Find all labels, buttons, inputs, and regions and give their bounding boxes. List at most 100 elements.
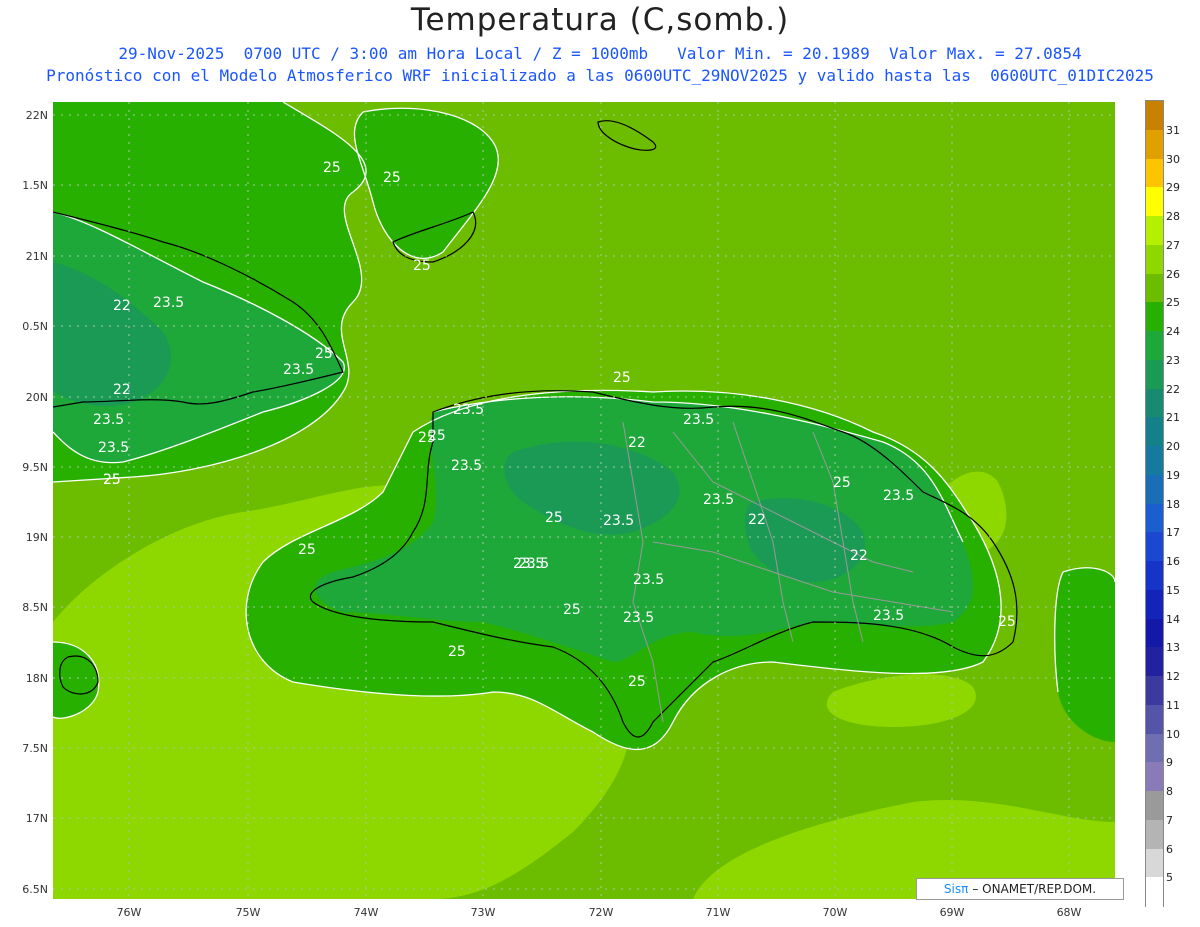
lat-label: 8.5N <box>22 601 48 614</box>
contour-label: 23.5 <box>453 402 484 418</box>
credit-organization: – ONAMET/REP.DOM. <box>972 882 1097 896</box>
lon-label: 69W <box>939 906 965 919</box>
colorbar-segment <box>1146 446 1163 476</box>
colorbar-label: 7 <box>1166 813 1173 827</box>
map-canvas: 25 25 25 22 23.5 25 23.5 22 23.5 23.5 25 25 23.5 25 23… <box>53 102 1115 899</box>
lat-label: 9.5N <box>22 461 48 474</box>
contour-label: 23.5 <box>703 492 734 508</box>
lon-label: 75W <box>235 906 261 919</box>
colorbar-segment <box>1146 791 1163 821</box>
colorbar-label: 25 <box>1166 296 1180 310</box>
colorbar-label: 24 <box>1166 325 1180 338</box>
lon-label: 68W <box>1056 906 1082 919</box>
colorbar-label: 17 <box>1166 526 1180 540</box>
colorbar-label: 8 <box>1166 785 1173 798</box>
colorbar-segment <box>1146 503 1163 533</box>
contour-label: 23.5 <box>451 458 482 474</box>
lat-label: 6.5N <box>22 883 48 896</box>
contour-label: 23.5 <box>633 572 664 588</box>
colorbar-label: 14 <box>1166 612 1180 626</box>
contour-label: 25 <box>998 614 1016 630</box>
sispi-logo-text: Sisπ <box>943 882 969 896</box>
colorbar-segment <box>1146 704 1163 734</box>
lat-label: 0.5N <box>22 320 48 333</box>
colorbar-label: 19 <box>1166 468 1180 482</box>
lon-label: 73W <box>470 906 496 919</box>
map-title: Temperatura (C,somb.) <box>410 2 790 38</box>
contour-label: 23.5 <box>153 295 184 311</box>
contour-label: 25 <box>413 258 431 274</box>
contour-label: 23.5 <box>883 488 914 504</box>
contour-label: 25 <box>383 170 401 186</box>
contour-label: 25 <box>103 472 121 488</box>
contour-label: 23.5 <box>283 362 314 378</box>
colorbar-label: 18 <box>1166 497 1180 511</box>
colorbar-segment <box>1146 417 1163 447</box>
contour-label: 25 <box>298 542 316 558</box>
contour-label: 25 <box>613 370 631 386</box>
colorbar-segment <box>1146 273 1163 303</box>
colorbar-segment <box>1146 647 1163 677</box>
contour-label: 22 <box>113 298 131 314</box>
colorbar-segment <box>1146 676 1163 706</box>
colorbar-segment <box>1146 532 1163 562</box>
colorbar-label: 16 <box>1166 555 1180 568</box>
contour-label: 22 <box>113 382 131 398</box>
contour-label: 22 <box>748 512 766 528</box>
map-svg: 25252522 23.52523.52223.523.5252523.52523… <box>53 102 1115 899</box>
lon-label: 76W <box>116 906 142 919</box>
colorbar-label: 27 <box>1166 238 1180 252</box>
colorbar-segment <box>1146 359 1163 389</box>
colorbar-segment <box>1146 618 1163 648</box>
lat-label: 20N <box>25 391 48 404</box>
lat-label: 7.5N <box>22 742 48 755</box>
contour-label: 25 <box>323 160 341 176</box>
contour-label: 23.5 <box>513 556 544 572</box>
colorbar-label: 9 <box>1166 756 1173 770</box>
colorbar-segment <box>1146 474 1163 504</box>
contour-label: 25 <box>315 346 333 362</box>
colorbar-label: 10 <box>1166 727 1180 741</box>
colorbar-label: 12 <box>1166 670 1180 683</box>
lon-label: 70W <box>822 906 848 919</box>
lat-label: 18N <box>25 672 48 685</box>
lat-label: 21N <box>25 250 48 263</box>
contour-label: 23.5 <box>873 608 904 624</box>
contour-label: 25 <box>448 644 466 660</box>
lat-label: 19N <box>25 531 48 544</box>
colorbar-label: 20 <box>1166 440 1180 453</box>
contour-label: 25 <box>563 602 581 618</box>
colorbar-segment <box>1146 877 1163 907</box>
colorbar-label: 11 <box>1166 698 1180 712</box>
colorbar-label: 15 <box>1166 583 1180 597</box>
contour-label: 23.5 <box>603 513 634 529</box>
colorbar-label: 6 <box>1166 842 1173 856</box>
colorbar-segment <box>1146 762 1163 792</box>
lon-label: 72W <box>588 906 614 919</box>
colorbar-label: 23 <box>1166 353 1180 367</box>
contour-label: 25 <box>428 428 446 444</box>
contour-label: 25 <box>833 475 851 491</box>
colorbar-segment <box>1146 331 1163 361</box>
colorbar-segment <box>1146 848 1163 878</box>
colorbar-segment <box>1146 819 1163 849</box>
lon-label: 71W <box>705 906 731 919</box>
colorbar-label: 26 <box>1166 267 1180 281</box>
colorbar-segment <box>1146 158 1163 188</box>
colorbar-segment <box>1146 101 1163 131</box>
contour-label: 25 <box>545 510 563 526</box>
colorbar-label: 28 <box>1166 210 1180 223</box>
colorbar-segment <box>1146 561 1163 591</box>
colorbar-segment <box>1146 216 1163 246</box>
colorbar-segment <box>1146 187 1163 217</box>
temperature-colorbar <box>1145 100 1164 907</box>
contour-label: 23.5 <box>683 412 714 428</box>
colorbar-label: 13 <box>1166 641 1180 655</box>
map-subtitle-run-info: 29-Nov-2025 0700 UTC / 3:00 am Hora Loca… <box>118 44 1082 63</box>
lon-label: 74W <box>353 906 379 919</box>
contour-label: 23.5 <box>93 412 124 428</box>
colorbar-label: 22 <box>1166 382 1180 396</box>
colorbar-label: 5 <box>1166 871 1173 885</box>
colorbar-segment <box>1146 733 1163 763</box>
colorbar-segment <box>1146 302 1163 332</box>
